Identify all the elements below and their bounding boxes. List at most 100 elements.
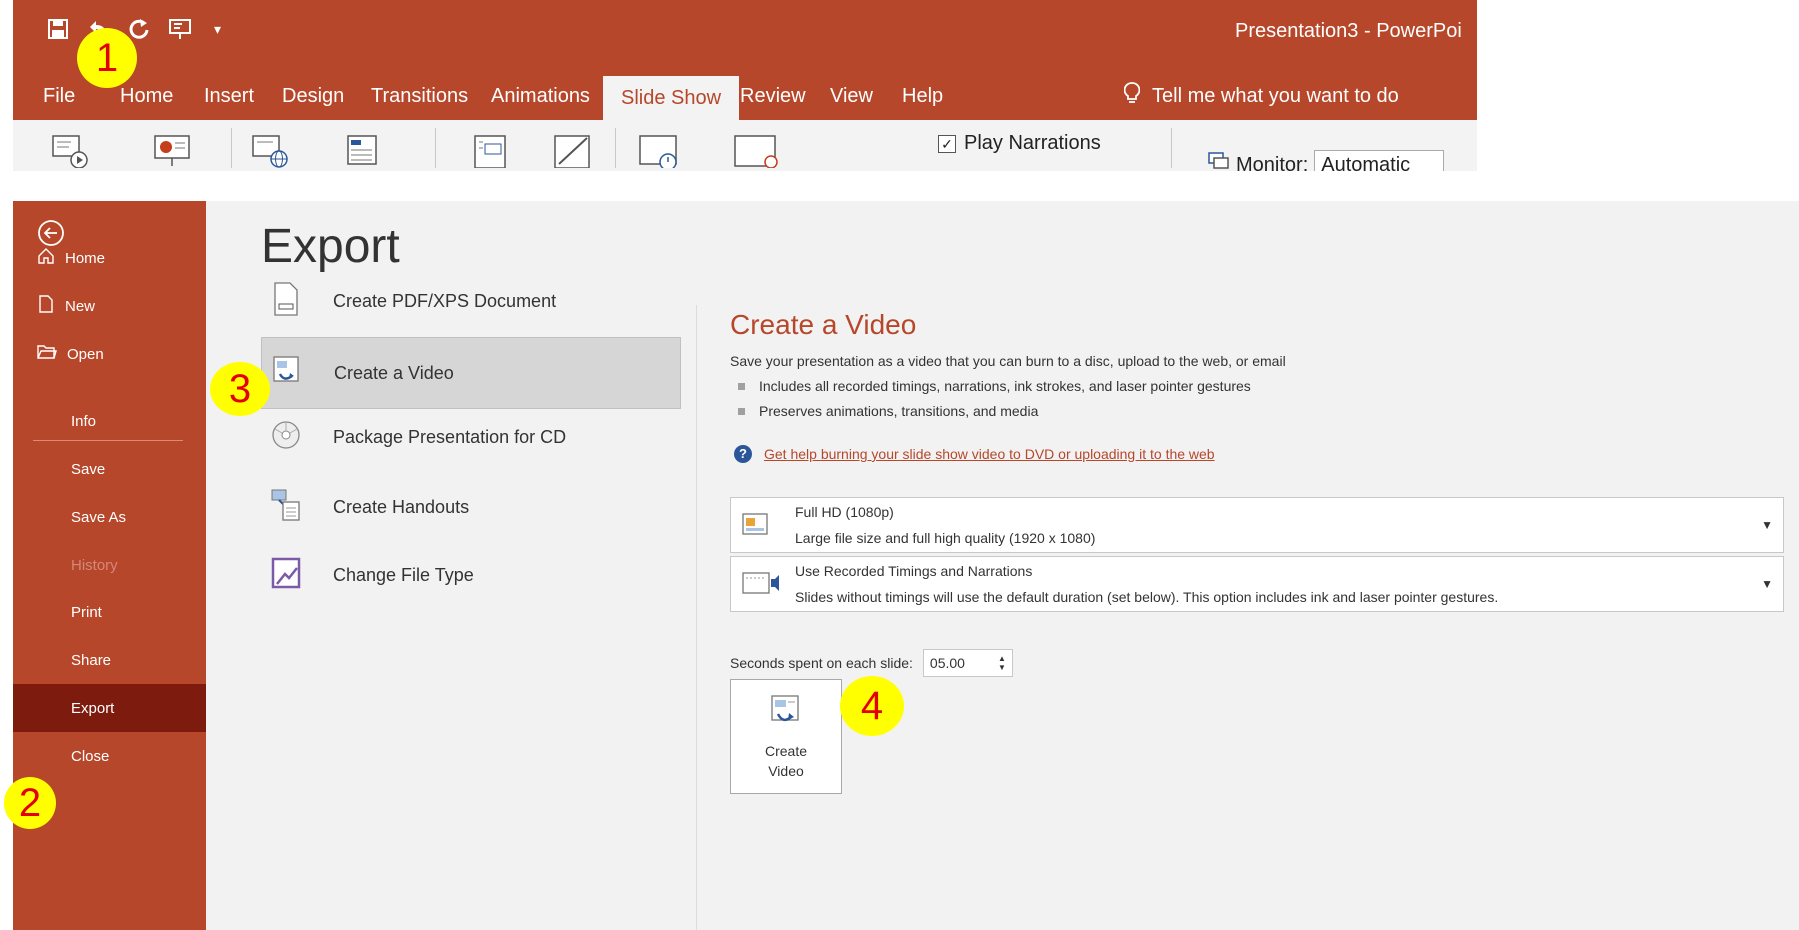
present-icon[interactable] (168, 18, 192, 40)
option-package-for-cd[interactable]: Package Presentation for CD (261, 401, 681, 473)
monitor-dropdown[interactable]: Automatic (1314, 150, 1445, 171)
chevron-down-icon: ▼ (1761, 577, 1773, 591)
step-callout-4: 4 (840, 676, 904, 736)
quality-subtitle: Large file size and full high quality (1… (795, 530, 1096, 546)
step-callout-2: 2 (4, 777, 56, 829)
tab-design[interactable]: Design (282, 72, 344, 120)
seconds-label: Seconds spent on each slide: (730, 655, 913, 671)
title-bar: ▾ Presentation3 - PowerPoi (13, 0, 1477, 72)
bullet-item: Preserves animations, transitions, and m… (738, 403, 1038, 419)
timings-subtitle: Slides without timings will use the defa… (795, 589, 1499, 605)
play-narrations-checkbox[interactable]: ✓ Play Narrations (938, 132, 1101, 155)
ribbon-commands: ✓ Play Narrations Monitor: Automatic (13, 120, 1477, 171)
ribbon: ▾ Presentation3 - PowerPoi File Home Ins… (13, 0, 1477, 171)
tab-file[interactable]: File (43, 72, 75, 120)
sidebar-item-home[interactable]: Home (13, 234, 206, 282)
pdf-document-icon (271, 281, 301, 321)
lightbulb-icon (1123, 82, 1141, 110)
customize-icon[interactable]: ▾ (214, 21, 221, 38)
option-create-video[interactable]: Create a Video (261, 337, 681, 409)
tell-me-text: Tell me what you want to do (1152, 84, 1399, 107)
create-video-button[interactable]: Create Video (730, 679, 842, 794)
option-label: Create a Video (334, 362, 454, 383)
quality-title: Full HD (1080p) (795, 504, 894, 520)
document-title: Presentation3 - PowerPoi (1235, 20, 1462, 42)
seconds-spinner[interactable]: 05.00 ▲ ▼ (922, 649, 1013, 677)
timings-narrations-icon (741, 569, 781, 602)
hide-slide-icon[interactable] (553, 134, 593, 171)
set-up-slide-show-icon[interactable] (471, 134, 511, 171)
from-beginning-icon[interactable] (51, 134, 91, 171)
save-icon[interactable] (48, 19, 68, 39)
sidebar-item-new[interactable]: New (13, 282, 206, 330)
tab-review[interactable]: Review (740, 72, 806, 120)
tab-help[interactable]: Help (902, 72, 943, 120)
create-video-icon (769, 694, 803, 733)
quality-dropdown[interactable]: Full HD (1080p) Large file size and full… (730, 497, 1784, 553)
monitor-selector: Monitor: Automatic (1208, 150, 1445, 172)
presentation-quality-icon (741, 510, 771, 543)
open-folder-icon (37, 343, 57, 365)
rehearse-timings-icon[interactable] (638, 134, 682, 171)
detail-description: Save your presentation as a video that y… (730, 353, 1286, 369)
step-callout-3: 3 (210, 362, 270, 416)
step-callout-1: 1 (77, 28, 137, 88)
handouts-icon (271, 488, 301, 527)
file-type-icon (271, 556, 301, 595)
option-label: Create Handouts (333, 496, 470, 517)
tab-slide-show[interactable]: Slide Show (603, 76, 740, 120)
timings-title: Use Recorded Timings and Narrations (795, 563, 1033, 579)
tab-insert[interactable]: Insert (204, 72, 254, 120)
tell-me-search[interactable]: Tell me what you want to do (1123, 72, 1399, 120)
redo-icon[interactable] (128, 18, 150, 40)
sidebar-item-export[interactable]: Export (13, 684, 206, 732)
detail-title: Create a Video (730, 309, 917, 340)
sidebar-item-label: New (65, 297, 96, 315)
sidebar-item-share[interactable]: Share (13, 636, 206, 684)
help-icon: ? (734, 445, 752, 463)
present-online-icon[interactable] (251, 134, 291, 171)
play-narrations-label: Play Narrations (964, 132, 1101, 154)
option-change-file-type[interactable]: Change File Type (261, 539, 681, 611)
sidebar-item-close[interactable]: Close (13, 732, 206, 780)
sidebar-item-label: Open (67, 345, 104, 363)
sidebar-item-history: History (71, 556, 118, 574)
help-link-text[interactable]: Get help burning your slide show video t… (764, 446, 1215, 462)
from-current-slide-icon[interactable] (153, 134, 193, 171)
spinner-arrows-icon[interactable]: ▲ ▼ (998, 654, 1006, 672)
panel-divider (696, 305, 697, 930)
checkbox-checked[interactable]: ✓ (938, 134, 956, 153)
custom-slide-show-icon[interactable] (346, 134, 380, 171)
sidebar-item-save[interactable]: Save (13, 445, 206, 493)
home-icon (37, 247, 55, 269)
chevron-down-icon: ▼ (1761, 518, 1773, 532)
tab-view[interactable]: View (830, 72, 873, 120)
sidebar-item-print[interactable]: Print (13, 588, 206, 636)
option-label: Package Presentation for CD (333, 426, 567, 447)
monitor-label: Monitor: (1236, 153, 1309, 172)
new-document-icon (37, 295, 55, 317)
option-label: Create PDF/XPS Document (333, 290, 557, 311)
seconds-value[interactable]: 05.00 (930, 655, 965, 671)
seconds-per-slide: Seconds spent on each slide: 05.00 ▲ ▼ (730, 649, 1013, 677)
option-create-handouts[interactable]: Create Handouts (261, 471, 681, 543)
monitor-icon (1208, 152, 1230, 171)
tab-transitions[interactable]: Transitions (371, 72, 468, 120)
timings-dropdown[interactable]: Use Recorded Timings and Narrations Slid… (730, 556, 1784, 612)
create-video-label: Create Video (764, 743, 808, 779)
sidebar-item-label: Home (65, 249, 106, 267)
cd-icon (271, 419, 301, 456)
bullet-item: Includes all recorded timings, narration… (738, 378, 1251, 394)
option-create-pdf-xps[interactable]: Create PDF/XPS Document (261, 265, 681, 337)
sidebar-item-save-as[interactable]: Save As (13, 493, 206, 541)
tab-animations[interactable]: Animations (491, 72, 590, 120)
record-slide-show-icon[interactable] (733, 134, 783, 171)
sidebar-item-info[interactable]: Info (13, 397, 206, 445)
option-label: Change File Type (333, 564, 474, 585)
ribbon-tabs: File Home Insert Design Transitions Anim… (13, 72, 1477, 120)
sidebar-item-open[interactable]: Open (13, 330, 206, 378)
quick-access-toolbar: ▾ (48, 18, 221, 40)
help-link[interactable]: ? Get help burning your slide show video… (734, 445, 1215, 463)
video-icon (272, 354, 302, 393)
backstage-view: Home New Open Info Save Save As History … (13, 201, 1799, 930)
